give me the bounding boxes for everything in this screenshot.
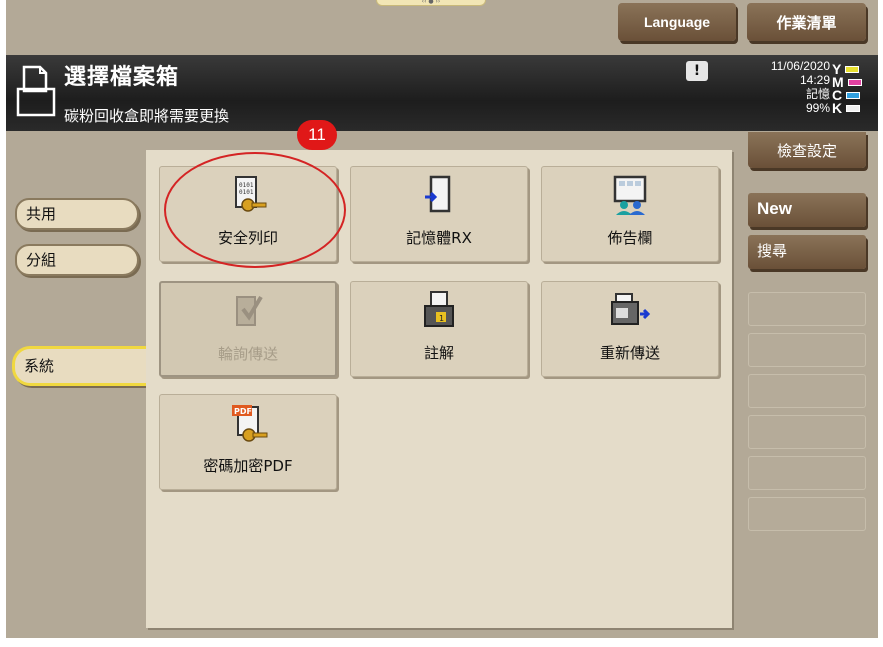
user-box-icon [16,65,56,117]
svg-text:PDF: PDF [234,407,252,416]
new-button[interactable]: New [748,193,866,227]
empty-slot [748,415,866,449]
toner-bar-magenta [847,79,862,86]
memory-rx-icon [425,175,451,213]
status-message: 碳粉回收盒即將需要更換 [64,107,230,125]
status-block: 11/06/2020 14:29 記憶 99% [750,59,830,115]
toner-bar-yellow [845,66,860,73]
toner-letter: K [832,100,843,116]
step-number-badge: 11 [297,120,337,150]
memory-value: 99% [805,101,830,115]
empty-slot [748,374,866,408]
toner-bar-black [846,105,861,112]
encrypted-pdf-icon: PDF [232,405,268,442]
tab-group[interactable]: 分組 [15,244,139,276]
date-text: 11/06/2020 [770,59,830,73]
bulletin-board-icon [613,175,647,215]
toner-bar-cyan [846,92,861,99]
search-button[interactable]: 搜尋 [748,235,866,269]
tile-label: 重新傳送 [599,344,660,362]
time-text: 14:29 [799,73,830,87]
svg-text:1: 1 [439,314,444,323]
toner-row-k: K [832,100,874,116]
fax-resend-icon [611,293,651,325]
memory-rx-button[interactable]: 記憶體RX [350,166,528,262]
highlight-circle [164,152,346,268]
memory-label: 記憶 [805,87,830,101]
tile-label: 密碼加密PDF [203,457,293,475]
job-list-button[interactable]: 作業清單 [747,3,866,41]
polling-tx-button[interactable]: 輪詢傳送 [159,281,337,377]
tile-label: 註解 [423,344,454,362]
empty-slot [748,292,866,326]
header-bar: 選擇檔案箱 碳粉回收盒即將需要更換 ! 11/06/2020 14:29 記憶 … [6,55,878,131]
toner-levels: Y M C K [832,62,874,116]
empty-slot [748,333,866,367]
language-button[interactable]: Language [618,3,736,41]
bulletin-board-button[interactable]: 佈告欄 [541,166,719,262]
empty-slot [748,456,866,490]
tile-label: 記憶體RX [406,229,472,247]
empty-slot [748,497,866,531]
resend-button[interactable]: 重新傳送 [541,281,719,377]
tab-common[interactable]: 共用 [15,198,139,230]
encrypted-pdf-button[interactable]: PDF 密碼加密PDF [159,394,337,490]
check-settings-button[interactable]: 檢查設定 [748,132,866,168]
alert-icon[interactable]: ! [686,61,708,81]
annotation-icon: 1 [424,291,454,327]
touch-panel-screen: ‹‹ ● ›› Language 作業清單 選擇檔案箱 碳粉回收盒即將需要更換 … [6,0,878,638]
annotation-button[interactable]: 1 註解 [350,281,528,377]
polling-tx-icon [236,295,263,326]
tab-system[interactable]: 系統 [12,346,147,386]
tile-label: 輪詢傳送 [217,345,278,363]
top-handle[interactable]: ‹‹ ● ›› [376,0,486,6]
tile-label: 佈告欄 [607,229,653,247]
page-title: 選擇檔案箱 [64,65,180,90]
